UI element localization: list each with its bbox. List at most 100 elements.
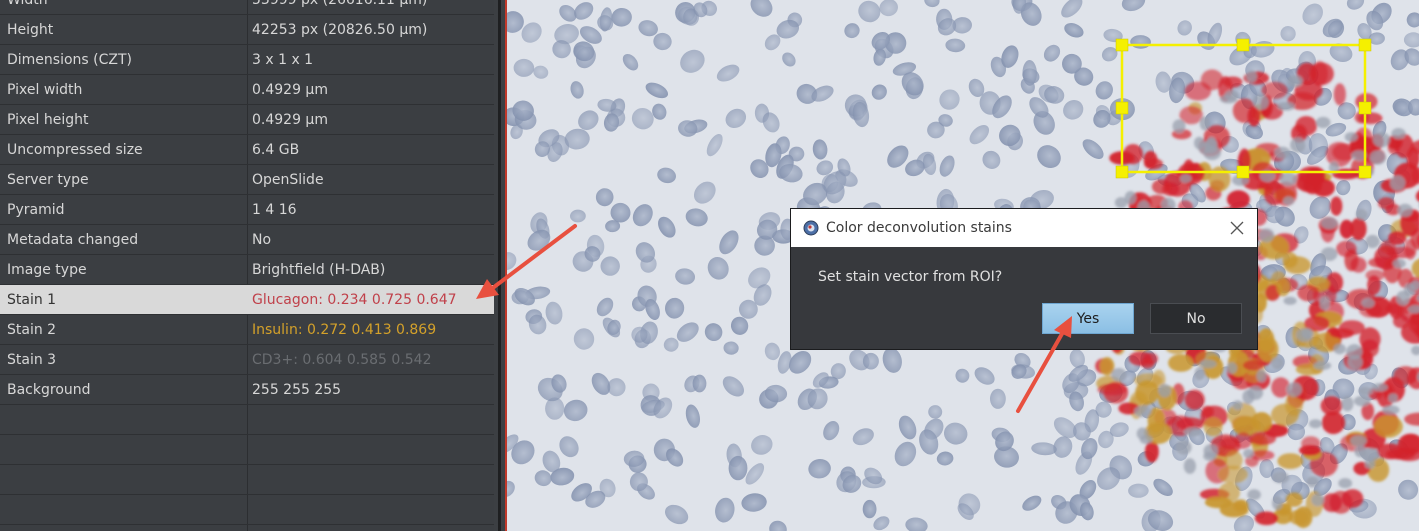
property-key: Stain 2 <box>7 322 57 338</box>
stain-patch <box>1311 493 1325 506</box>
stain-patch <box>1299 445 1321 456</box>
close-icon[interactable] <box>1229 220 1245 236</box>
stain-patch <box>1111 368 1127 382</box>
stain-patch <box>1313 361 1332 370</box>
no-button[interactable]: No <box>1150 303 1242 334</box>
property-row[interactable]: Dimensions (CZT) 3 x 1 x 1 <box>0 45 494 75</box>
property-row[interactable]: Height 42253 px (20826.50 µm) <box>0 15 494 45</box>
stain-patch <box>1290 137 1306 153</box>
property-row[interactable]: Background 255 255 255 <box>0 375 494 405</box>
roi-handle[interactable] <box>1358 38 1372 52</box>
stain-patch <box>1404 283 1416 297</box>
stain-patch <box>1232 400 1243 410</box>
property-row[interactable]: Stain 1 Glucagon: 0.234 0.725 0.647 <box>0 285 494 315</box>
property-value: Insulin: 0.272 0.413 0.869 <box>252 322 437 338</box>
property-value: 1 4 16 <box>252 202 297 218</box>
property-key: Height <box>7 22 54 38</box>
stain-patch <box>1298 166 1324 184</box>
stain-patch <box>1382 405 1400 415</box>
property-row[interactable]: Pixel width 0.4929 µm <box>0 75 494 105</box>
roi-handle[interactable] <box>1115 101 1129 115</box>
nucleus <box>692 374 707 393</box>
property-row[interactable]: Pixel height 0.4929 µm <box>0 105 494 135</box>
property-value: No <box>252 232 272 248</box>
nucleus <box>862 499 877 519</box>
stain-patch <box>1277 101 1295 111</box>
stain-patch <box>1219 437 1239 449</box>
stain-patch <box>1297 284 1319 302</box>
dialog-titlebar[interactable]: Color deconvolution stains <box>791 209 1257 247</box>
stain-patch <box>1369 150 1386 165</box>
roi-handle[interactable] <box>1236 165 1250 179</box>
stain-patch <box>1320 217 1338 230</box>
property-key: Pixel height <box>7 112 89 128</box>
stain-patch <box>1283 296 1297 305</box>
property-row[interactable] <box>0 435 494 465</box>
stain-patch <box>1355 208 1368 220</box>
stain-patch <box>1224 450 1243 470</box>
stain-patch <box>1372 132 1391 148</box>
qupath-app-icon <box>803 220 819 236</box>
stain-patch <box>1329 490 1353 514</box>
roi-handle[interactable] <box>1358 101 1372 115</box>
stain-patch <box>1361 448 1380 462</box>
stain-patch <box>1338 478 1353 489</box>
property-key: Server type <box>7 172 89 188</box>
stain-patch <box>1175 440 1192 455</box>
stain-patch <box>1371 383 1388 392</box>
nucleus <box>728 455 748 481</box>
stain-patch <box>1168 354 1194 372</box>
property-row[interactable]: Image type Brightfield (H-DAB) <box>0 255 494 285</box>
stain-patch <box>1232 98 1257 123</box>
property-value: 53999 px (26616.11 µm) <box>252 0 428 8</box>
stain-patch <box>1288 509 1309 525</box>
property-value: 3 x 1 x 1 <box>252 52 314 68</box>
roi-handle[interactable] <box>1236 38 1250 52</box>
stain-patch <box>1320 247 1338 261</box>
yes-button[interactable]: Yes <box>1042 303 1134 334</box>
splitter-groove <box>498 0 501 531</box>
dialog-message: Set stain vector from ROI? <box>818 269 1003 285</box>
stain-patch <box>1287 75 1303 88</box>
stain-patch <box>1274 146 1291 159</box>
stain-patch <box>1243 448 1255 459</box>
stain-patch <box>1097 383 1128 396</box>
property-value: OpenSlide <box>252 172 324 188</box>
stain-patch <box>1361 298 1375 309</box>
property-value: CD3+: 0.604 0.585 0.542 <box>252 352 432 368</box>
stain-patch <box>1286 382 1302 397</box>
stain-patch <box>1251 412 1273 432</box>
stain-patch <box>1365 269 1385 281</box>
stain-patch <box>1204 138 1218 154</box>
property-value: 0.4929 µm <box>252 82 328 98</box>
roi-handle[interactable] <box>1115 165 1129 179</box>
stain-patch <box>1144 158 1163 170</box>
property-row[interactable]: Width 53999 px (26616.11 µm) <box>0 0 494 15</box>
stain-patch <box>1249 431 1277 446</box>
property-key: Pyramid <box>7 202 65 218</box>
stain-patch <box>1397 203 1413 217</box>
property-row[interactable]: Metadata changed No <box>0 225 494 255</box>
stain-patch <box>1271 357 1284 370</box>
stain-patch <box>1333 83 1346 106</box>
property-row[interactable]: Pyramid 1 4 16 <box>0 195 494 225</box>
stain-patch <box>1389 175 1406 191</box>
property-row[interactable]: Stain 3 CD3+: 0.604 0.585 0.542 <box>0 345 494 375</box>
stain-patch <box>1319 296 1331 311</box>
property-row[interactable]: Server type OpenSlide <box>0 165 494 195</box>
stain-patch <box>1133 405 1152 417</box>
stain-patch <box>1204 496 1232 509</box>
property-row[interactable] <box>0 495 494 525</box>
property-row[interactable] <box>0 405 494 435</box>
stain-patch <box>1219 94 1238 104</box>
stain-patch <box>1406 146 1419 170</box>
property-row[interactable] <box>0 465 494 495</box>
roi-handle[interactable] <box>1358 165 1372 179</box>
property-row[interactable]: Stain 2 Insulin: 0.272 0.413 0.869 <box>0 315 494 345</box>
stain-patch <box>1329 328 1354 339</box>
stain-patch <box>1203 417 1223 437</box>
property-row[interactable]: Uncompressed size 6.4 GB <box>0 135 494 165</box>
roi-handle[interactable] <box>1115 38 1129 52</box>
stain-patch <box>1279 172 1298 186</box>
stain-patch <box>1134 373 1163 388</box>
